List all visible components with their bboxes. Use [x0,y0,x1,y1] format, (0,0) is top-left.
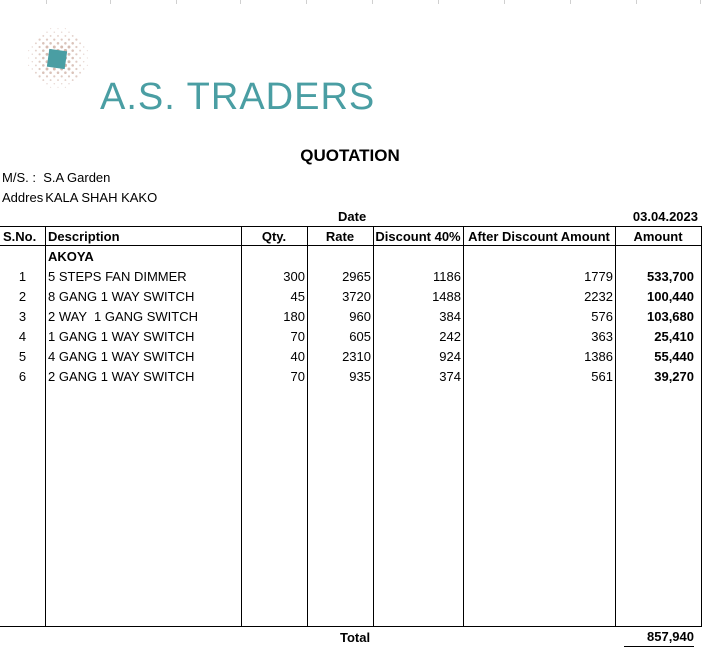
row-discount: 1186 [433,269,461,284]
row-qty: 70 [290,329,305,344]
row-rate: 2310 [342,349,371,364]
row-description: 4 GANG 1 WAY SWITCH [48,349,195,364]
table-bottom-border [0,626,702,627]
row-rate: 2965 [342,269,371,284]
row-qty: 45 [290,289,305,304]
row-sno: 6 [18,369,27,384]
customer-address: Addres KALA SHAH KAKO [2,190,157,205]
row-discount: 242 [439,329,461,344]
row-discount: 1488 [432,289,461,304]
row-amount: 39,270 [654,369,694,384]
row-description: 2 WAY 1 GANG SWITCH [48,309,199,324]
date-label: Date [338,209,367,224]
row-discount: 384 [439,309,461,324]
document-title: QUOTATION [300,146,400,165]
header-qty: Qty. [261,229,287,244]
row-rate: 960 [349,309,371,324]
col-divider [701,226,702,626]
row-description: 2 GANG 1 WAY SWITCH [48,369,195,384]
header-amount: Amount [633,229,683,244]
row-qty: 40 [290,349,305,364]
row-after-discount: 561 [591,369,613,384]
row-qty: 300 [283,269,305,284]
col-divider [241,226,242,626]
col-divider [463,226,464,626]
total-label: Total [340,630,371,645]
company-logo-icon [28,28,88,88]
total-value: 857,940 [647,629,694,644]
customer-ms: M/S. : S.A Garden [2,170,110,185]
sheet-gridlines [0,0,714,4]
row-after-discount: 2232 [584,289,613,304]
total-underline [624,646,694,647]
row-amount: 55,440 [654,349,694,364]
row-description: 1 GANG 1 WAY SWITCH [48,329,195,344]
row-sno: 1 [18,269,27,284]
company-name: A.S. TRADERS [100,76,376,118]
header-bottom-border [0,245,702,246]
ms-label: M/S. : [2,170,36,185]
row-after-discount: 363 [591,329,613,344]
row-amount: 533,700 [647,269,694,284]
header-sno: S.No. [3,229,37,244]
row-after-discount: 576 [591,309,613,324]
address-value: KALA SHAH KAKO [45,190,158,205]
row-sno: 2 [18,289,27,304]
row-discount: 924 [439,349,461,364]
row-sno: 4 [18,329,27,344]
row-amount: 25,410 [654,329,694,344]
row-amount: 103,680 [647,309,694,324]
row-sno: 3 [18,309,27,324]
header-after-discount: After Discount Amount [468,229,610,244]
row-qty: 70 [290,369,305,384]
row-description: 8 GANG 1 WAY SWITCH [48,289,195,304]
row-qty: 180 [283,309,305,324]
col-divider [615,226,616,626]
row-amount: 100,440 [647,289,694,304]
row-discount: 374 [439,369,461,384]
row-rate: 605 [349,329,371,344]
row-rate: 3720 [342,289,371,304]
header-rate: Rate [325,229,355,244]
date-value: 03.04.2023 [632,209,698,224]
row-after-discount: 1779 [584,269,613,284]
header-description: Description [48,229,120,244]
header-discount: Discount 40% [375,229,461,244]
ms-value: S.A Garden [43,170,111,185]
table-top-border [0,226,702,227]
col-divider [373,226,374,626]
group-label: AKOYA [48,249,94,264]
col-divider [307,226,308,626]
row-after-discount: 1386 [584,349,613,364]
address-label: Addres [2,190,44,205]
col-divider [45,226,46,626]
row-sno: 5 [18,349,27,364]
row-rate: 935 [349,369,371,384]
row-description: 5 STEPS FAN DIMMER [48,269,187,284]
